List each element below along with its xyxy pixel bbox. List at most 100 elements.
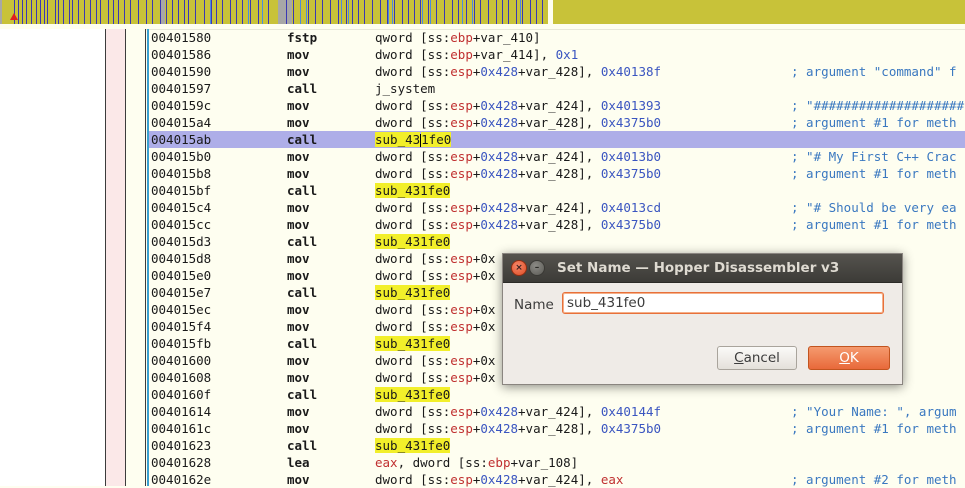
listing-row[interactable]: 00401586 mov dword [ss:ebp+var_414], 0x1 — [149, 46, 965, 63]
operands[interactable]: dword [ss:esp+0x428+var_428], 0x4375b0 — [375, 114, 661, 131]
cancel-button[interactable]: Cancel — [717, 346, 797, 370]
operand-text: j_system — [375, 81, 436, 96]
immediate-value: 0x4375b0 — [600, 115, 662, 130]
listing-row[interactable]: 00401614 mov dword [ss:esp+0x428+var_424],… — [149, 403, 965, 420]
register: esp — [450, 404, 473, 419]
immediate-value: 0x1 — [555, 47, 579, 62]
immediate-value: 0x40144f — [600, 404, 662, 419]
listing-row[interactable]: 0040162e mov dword [ss:esp+0x428+var_424],… — [149, 471, 965, 488]
listing-row[interactable]: 004015cc mov dword [ss:esp+0x428+var_428],… — [149, 216, 965, 233]
operands[interactable]: dword [ss:esp+0x428+var_428], 0x4375b0 — [375, 420, 661, 437]
navigation-bar[interactable] — [0, 0, 965, 24]
address: 0040159c — [151, 98, 212, 113]
listing-row[interactable]: 00401580 fstp qword [ss:ebp+var_410] — [149, 29, 965, 46]
cancel-label: ancel — [743, 350, 780, 366]
listing-row[interactable]: 004015d3 call sub_431fe0 — [149, 233, 965, 250]
operands[interactable]: sub_431fe0 — [375, 386, 451, 403]
operands[interactable]: eax, dword [ss:ebp+var_108] — [375, 454, 578, 471]
bookmark-gutter — [126, 29, 146, 486]
comment: ; "# My First C++ Crac — [791, 149, 957, 164]
operands[interactable]: dword [ss:esp+0x — [375, 267, 495, 284]
listing-row[interactable]: 004015ab call sub_431fe0 — [149, 131, 965, 148]
listing-row[interactable]: 004015bf call sub_431fe0 — [149, 182, 965, 199]
operands[interactable]: sub_431fe0 — [375, 284, 451, 301]
operands[interactable]: dword [ss:esp+0x428+var_428], 0x4375b0 — [375, 165, 661, 182]
navbar-code-mark — [286, 0, 287, 24]
register: eax — [600, 472, 624, 487]
operands[interactable]: dword [ss:esp+0x428+var_424], eax — [375, 471, 623, 488]
operands[interactable]: dword [ss:esp+0x428+var_424], 0x4013b0 — [375, 148, 661, 165]
operand-text: dword [ss: — [375, 64, 451, 79]
navbar-code-mark — [195, 0, 196, 24]
immediate-value: 0x428 — [480, 115, 519, 130]
operands[interactable]: dword [ss:esp+0x — [375, 318, 495, 335]
operands[interactable]: dword [ss:esp+0x428+var_428], 0x4375b0 — [375, 216, 661, 233]
symbol-reference[interactable]: sub_431fe0 — [375, 285, 451, 300]
listing-row[interactable]: 004015b0 mov dword [ss:esp+0x428+var_424],… — [149, 148, 965, 165]
listing-row[interactable]: 004015c4 mov dword [ss:esp+0x428+var_424],… — [149, 199, 965, 216]
comment: ; argument #1 for meth — [791, 217, 957, 232]
address: 004015cc — [151, 217, 212, 232]
navbar-blue-mark — [392, 0, 393, 24]
mnemonic: lea — [287, 455, 310, 470]
operand-text: dword [ss: — [375, 166, 451, 181]
operands[interactable]: dword [ss:esp+0x — [375, 369, 495, 386]
navbar-code-mark — [152, 0, 153, 24]
dialog-titlebar[interactable]: × – Set Name — Hopper Disassembler v3 — [503, 254, 902, 283]
operands[interactable]: dword [ss:esp+0x — [375, 352, 495, 369]
address: 0040162e — [151, 472, 212, 487]
symbol-reference[interactable]: sub_431fe0 — [375, 438, 451, 453]
ok-button[interactable]: OK — [808, 346, 890, 370]
navbar-code-mark — [211, 0, 212, 24]
mnemonic: mov — [287, 64, 310, 79]
operands[interactable]: sub_431fe0 — [375, 233, 451, 250]
operands[interactable]: sub_431fe0 — [375, 131, 452, 148]
listing-row[interactable]: 0040161c mov dword [ss:esp+0x428+var_428],… — [149, 420, 965, 437]
register: esp — [450, 115, 473, 130]
listing-row[interactable]: 00401623 call sub_431fe0 — [149, 437, 965, 454]
operand-text: +0x — [472, 353, 496, 368]
operands[interactable]: dword [ss:esp+0x — [375, 301, 495, 318]
listing-row[interactable]: 0040160f call sub_431fe0 — [149, 386, 965, 403]
symbol-reference[interactable]: sub_431fe0 — [375, 234, 451, 249]
listing-row[interactable]: 00401590 mov dword [ss:esp+0x428+var_428],… — [149, 63, 965, 80]
operands[interactable]: dword [ss:esp+0x428+var_424], 0x401393 — [375, 97, 661, 114]
operands[interactable]: dword [ss:esp+0x — [375, 250, 495, 267]
address: 00401590 — [151, 64, 212, 79]
operands[interactable]: sub_431fe0 — [375, 437, 451, 454]
navbar-code-mark — [444, 0, 445, 24]
operands[interactable]: dword [ss:esp+0x428+var_424], 0x4013cd — [375, 199, 661, 216]
operand-text: dword [ss: — [375, 319, 451, 334]
close-icon[interactable]: × — [511, 260, 527, 276]
name-input[interactable]: sub_431fe0 — [562, 292, 884, 314]
operand-text: +var_428], — [518, 217, 601, 232]
listing-row[interactable]: 0040159c mov dword [ss:esp+0x428+var_424],… — [149, 97, 965, 114]
operands[interactable]: dword [ss:ebp+var_414], 0x1 — [375, 46, 578, 63]
operands[interactable]: j_system — [375, 80, 435, 97]
address: 004015fb — [151, 336, 212, 351]
symbol-reference[interactable]: sub_431fe0 — [375, 183, 451, 198]
operand-text: +var_424], — [518, 200, 601, 215]
operands[interactable]: sub_431fe0 — [375, 335, 451, 352]
symbol-reference[interactable]: 1fe0 — [421, 132, 452, 147]
operands[interactable]: qword [ss:ebp+var_410] — [375, 29, 541, 46]
navbar-code-mark — [178, 0, 179, 24]
register: esp — [450, 64, 473, 79]
operands[interactable]: dword [ss:esp+0x428+var_428], 0x40138f — [375, 63, 661, 80]
navbar-code-mark — [268, 0, 269, 24]
listing-row[interactable]: 00401597 call j_system — [149, 80, 965, 97]
navbar-code-mark — [204, 0, 205, 24]
minimize-icon[interactable]: – — [529, 260, 545, 276]
listing-row[interactable]: 004015a4 mov dword [ss:esp+0x428+var_428],… — [149, 114, 965, 131]
register: esp — [450, 319, 473, 334]
symbol-reference[interactable]: sub_43 — [375, 132, 421, 147]
navbar-code-mark — [236, 0, 237, 24]
navbar-code-mark — [315, 0, 316, 24]
listing-row[interactable]: 004015b8 mov dword [ss:esp+0x428+var_428],… — [149, 165, 965, 182]
symbol-reference[interactable]: sub_431fe0 — [375, 336, 451, 351]
operands[interactable]: sub_431fe0 — [375, 182, 451, 199]
navbar-code-mark — [458, 0, 459, 24]
operands[interactable]: dword [ss:esp+0x428+var_424], 0x40144f — [375, 403, 661, 420]
listing-row[interactable]: 00401628 lea eax, dword [ss:ebp+var_108] — [149, 454, 965, 471]
symbol-reference[interactable]: sub_431fe0 — [375, 387, 451, 402]
